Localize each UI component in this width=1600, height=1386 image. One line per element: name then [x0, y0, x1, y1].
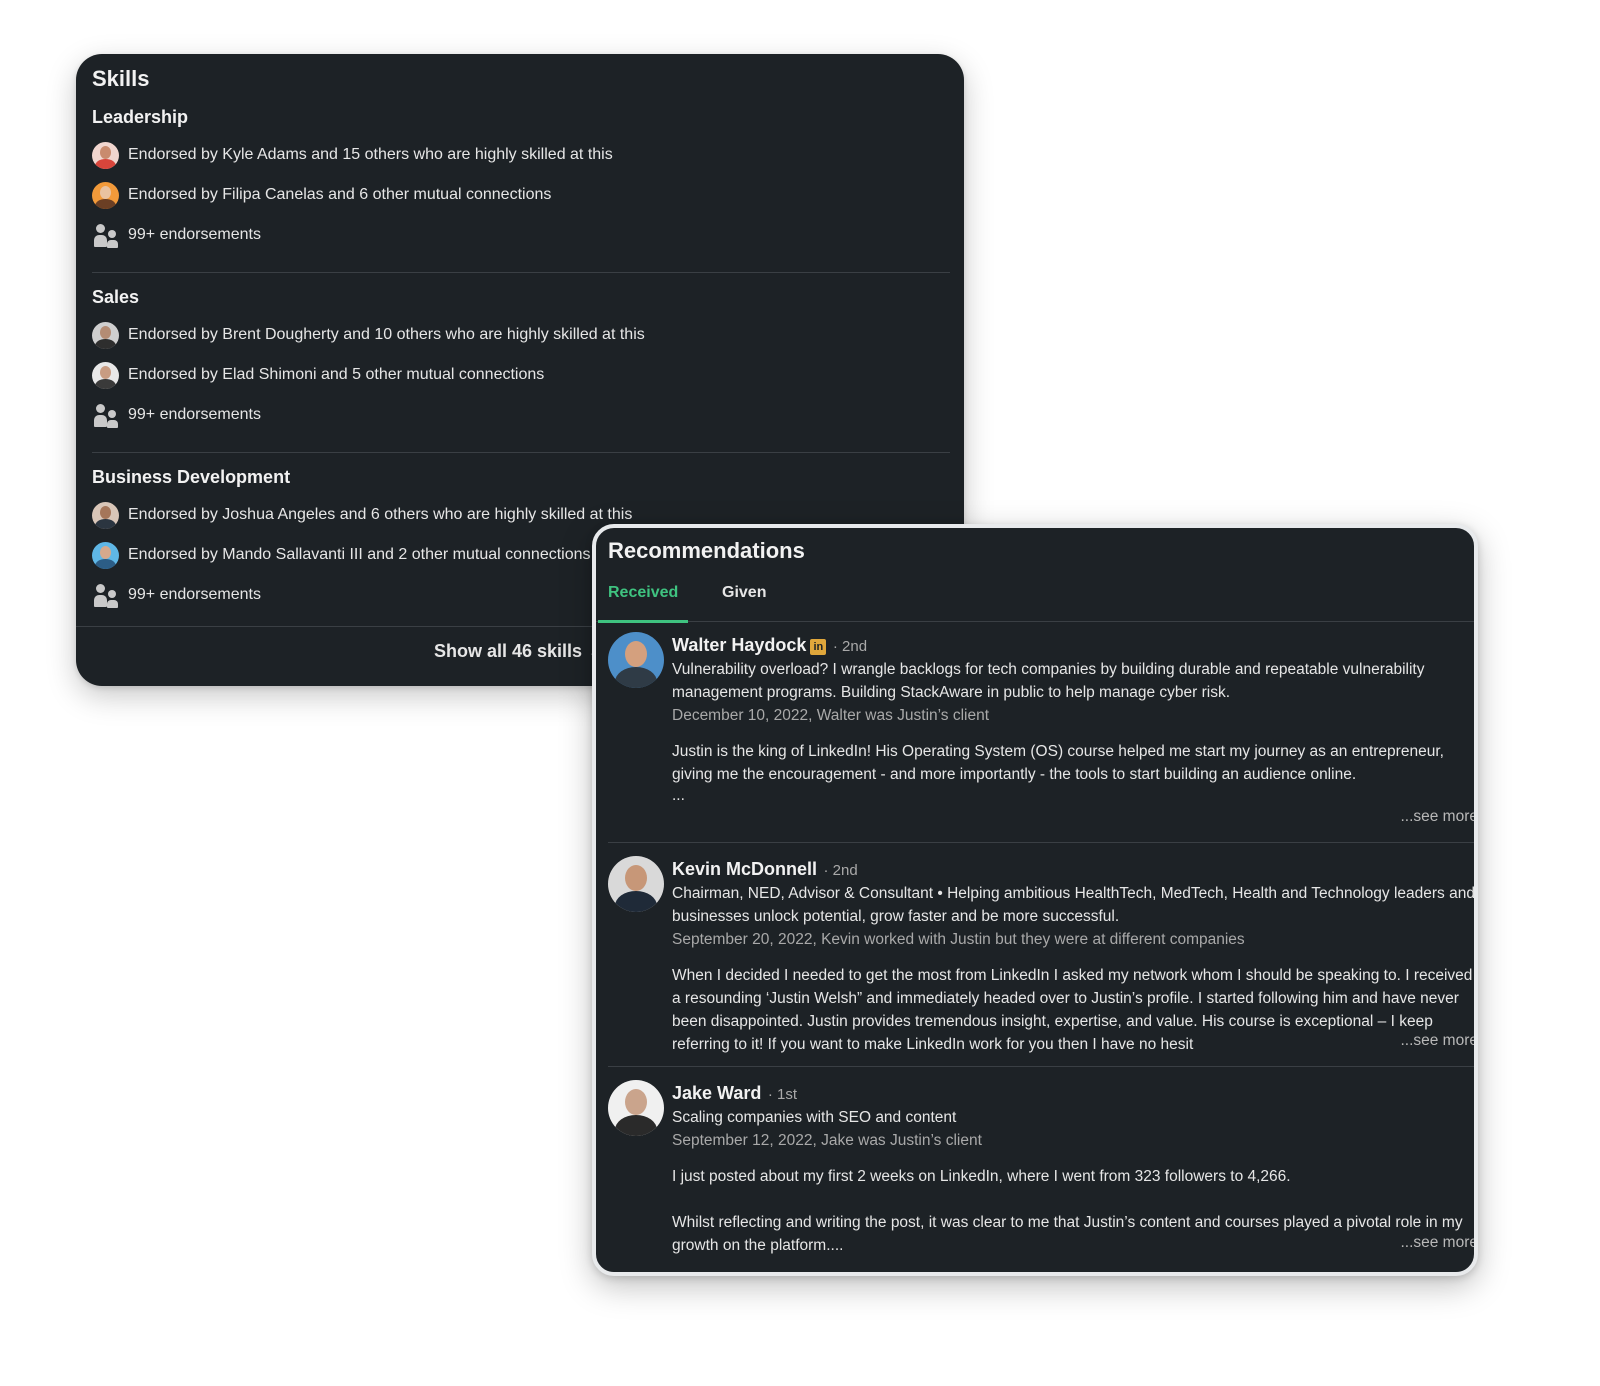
recommendation-meta: December 10, 2022, Walter was Justin’s c…: [672, 707, 990, 724]
endorsement-text: Endorsed by Elad Shimoni and 5 other mut…: [128, 366, 545, 383]
tab-received[interactable]: Received: [597, 578, 689, 623]
endorsement-count: 99+ endorsements: [128, 226, 261, 243]
see-more-link[interactable]: ...see more: [1392, 808, 1474, 826]
recommendation-content: Jake Ward · 1st Scaling companies with S…: [672, 1080, 1474, 1257]
see-more-link[interactable]: ...see more: [1392, 1234, 1474, 1252]
truncation-ellipsis: ...: [672, 787, 685, 804]
endorsement-text: Endorsed by Filipa Canelas and 6 other m…: [128, 186, 552, 203]
connection-degree: · 2nd: [832, 638, 868, 655]
endorsement-text: Endorsed by Brent Dougherty and 10 other…: [128, 326, 645, 343]
endorsement-row[interactable]: Endorsed by Filipa Canelas and 6 other m…: [92, 175, 950, 215]
skill-group-sales: Sales Endorsed by Brent Dougherty and 10…: [92, 284, 950, 435]
recommender-headline: Scaling companies with SEO and content: [672, 1109, 957, 1126]
avatar: [92, 141, 119, 169]
recommendation-meta: September 12, 2022, Jake was Justin’s cl…: [672, 1132, 982, 1149]
recommendation-paragraph: Whilst reflecting and writing the post, …: [672, 1214, 1463, 1254]
recommender-name[interactable]: Walter Haydock: [672, 635, 806, 655]
endorsement-text: Endorsed by Joshua Angeles and 6 others …: [128, 506, 633, 523]
skill-name[interactable]: Sales: [92, 284, 950, 310]
skill-group-leadership: Leadership Endorsed by Kyle Adams and 15…: [92, 104, 950, 255]
divider: [92, 272, 950, 273]
endorsement-count: 99+ endorsements: [128, 586, 261, 603]
tab-given[interactable]: Given: [722, 578, 766, 622]
avatar[interactable]: [608, 1080, 664, 1136]
recommendation-paragraph: Justin is the king of LinkedIn! His Oper…: [672, 743, 1444, 783]
recommendation-meta: September 20, 2022, Kevin worked with Ju…: [672, 931, 1245, 948]
divider: [608, 1066, 1474, 1067]
endorsement-row[interactable]: Endorsed by Elad Shimoni and 5 other mut…: [92, 355, 950, 395]
recommender-headline: Chairman, NED, Advisor & Consultant • He…: [672, 885, 1475, 925]
avatar: [92, 501, 119, 529]
avatar: [92, 181, 119, 209]
avatar: [92, 541, 119, 569]
recommendation-text: I just posted about my first 2 weeks on …: [672, 1165, 1474, 1257]
endorsement-row[interactable]: Endorsed by Kyle Adams and 15 others who…: [92, 135, 950, 175]
show-all-label: Show all 46 skills: [433, 641, 583, 661]
recommendation-paragraph: I just posted about my first 2 weeks on …: [672, 1168, 1291, 1185]
recommendation-item: Kevin McDonnell · 2nd Chairman, NED, Adv…: [608, 856, 1475, 1066]
recommendations-card: Recommendations Received Given Walter Ha…: [592, 524, 1478, 1276]
recommender-name[interactable]: Kevin McDonnell: [672, 859, 817, 879]
endorsement-count: 99+ endorsements: [128, 406, 261, 423]
recommendations-tabs: Received Given: [596, 578, 1474, 623]
connection-degree: · 2nd: [823, 862, 858, 879]
endorsement-count-row[interactable]: 99+ endorsements: [92, 215, 950, 255]
linkedin-badge-icon: in: [810, 639, 827, 655]
recommender-name[interactable]: Jake Ward: [672, 1083, 761, 1103]
skills-title: Skills: [92, 66, 150, 91]
connection-degree: · 1st: [767, 1086, 798, 1103]
recommendation-text: When I decided I needed to get the most …: [672, 964, 1474, 1056]
recommendation-content: Walter Haydock in · 2nd Vulnerability ove…: [672, 632, 1474, 826]
people-icon: [92, 222, 119, 249]
endorsement-count-row[interactable]: 99+ endorsements: [92, 395, 950, 435]
recommendation-paragraph: When I decided I needed to get the most …: [672, 967, 1473, 1053]
avatar: [92, 361, 119, 389]
avatar[interactable]: [608, 632, 664, 688]
skill-name[interactable]: Business Development: [92, 464, 950, 490]
skill-name[interactable]: Leadership: [92, 104, 950, 130]
avatar[interactable]: [608, 856, 664, 912]
recommender-headline: Vulnerability overload? I wrangle backlo…: [672, 661, 1425, 701]
recommendation-content: Kevin McDonnell · 2nd Chairman, NED, Adv…: [672, 856, 1475, 1056]
endorsement-row[interactable]: Endorsed by Brent Dougherty and 10 other…: [92, 315, 950, 355]
avatar: [92, 321, 119, 349]
divider: [92, 452, 950, 453]
people-icon: [92, 402, 119, 429]
divider: [608, 842, 1474, 843]
endorsement-text: Endorsed by Mando Sallavanti III and 2 o…: [128, 546, 591, 563]
recommendation-item: Jake Ward · 1st Scaling companies with S…: [608, 1080, 1474, 1272]
recommendations-title: Recommendations: [608, 538, 805, 563]
see-more-link[interactable]: ...see more: [1392, 1032, 1474, 1050]
endorsement-text: Endorsed by Kyle Adams and 15 others who…: [128, 146, 613, 163]
recommendation-text: Justin is the king of LinkedIn! His Oper…: [672, 740, 1474, 786]
recommendation-item: Walter Haydock in · 2nd Vulnerability ove…: [608, 632, 1474, 836]
people-icon: [92, 582, 119, 609]
